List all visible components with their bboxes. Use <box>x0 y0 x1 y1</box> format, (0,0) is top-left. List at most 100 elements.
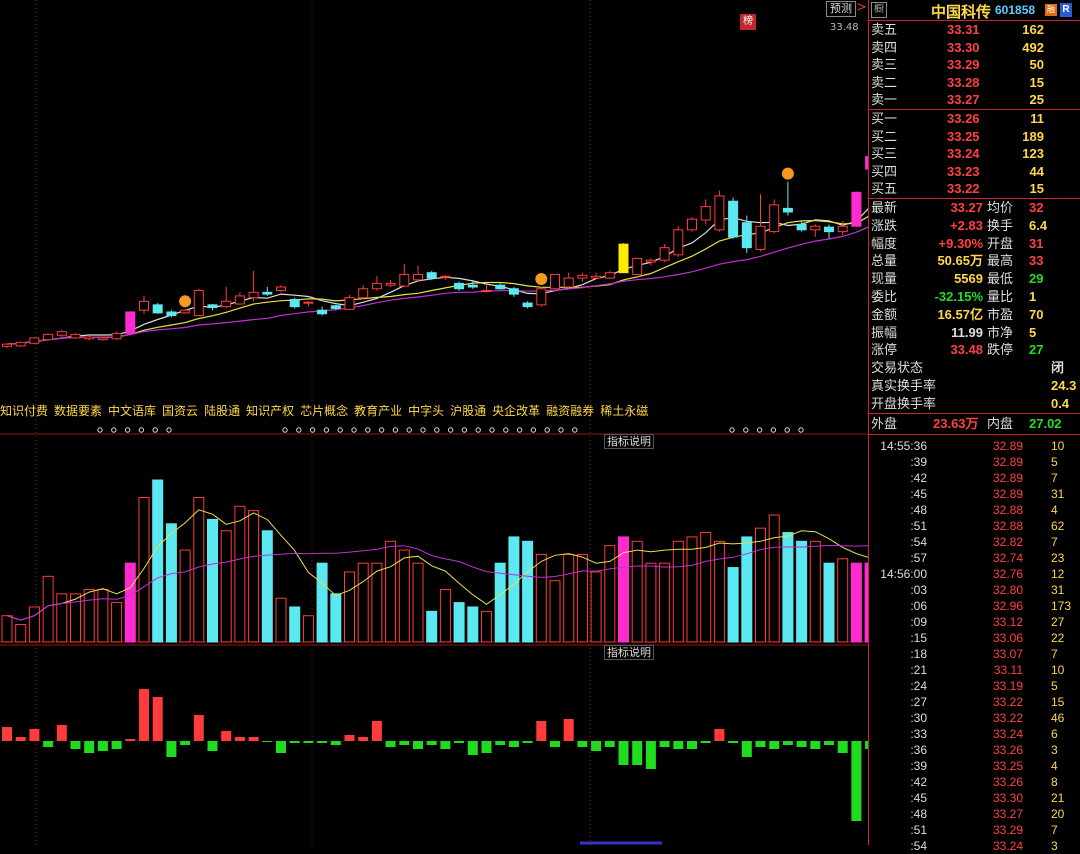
tick-volume: 7 <box>1051 822 1058 837</box>
concept-tag[interactable]: 知识产权 <box>246 402 294 419</box>
tick-row[interactable]: :39 32.89 5 <box>869 454 1080 470</box>
tick-volume: 10 <box>1051 662 1065 677</box>
macd-bar <box>837 741 848 753</box>
tick-row[interactable]: :54 33.24 3 <box>869 838 1080 854</box>
tick-row[interactable]: :33 33.24 6 <box>869 726 1080 742</box>
tick-row[interactable]: :48 32.88 4 <box>869 502 1080 518</box>
kline-chart-area[interactable]: 榜 33.48 预测 > 知识付费 数据要素 中文语库 国资云 陆股通 知识产权 芯片概念教… <box>0 0 868 845</box>
tick-row[interactable]: :57 32.74 23 <box>869 550 1080 566</box>
tick-volume: 31 <box>1051 582 1065 597</box>
concept-tag[interactable]: 稀土永磁 <box>600 402 648 419</box>
candle-body <box>15 341 26 347</box>
concept-tag[interactable]: 芯片概念 <box>300 402 348 419</box>
stock-name: 中国科传 <box>931 4 992 21</box>
tick-volume: 4 <box>1051 758 1058 773</box>
tick-row[interactable]: :54 32.82 7 <box>869 534 1080 550</box>
tick-row[interactable]: :09 33.12 27 <box>869 614 1080 630</box>
tick-price: 33.19 <box>992 678 1023 693</box>
tick-price: 33.26 <box>992 774 1023 789</box>
cabinet-icon[interactable]: 橱 <box>871 2 887 18</box>
tick-row[interactable]: :45 33.30 21 <box>869 790 1080 806</box>
volume-bar <box>28 606 40 643</box>
concept-tag[interactable]: 教育产业 <box>354 402 402 419</box>
tick-volume: 46 <box>1051 710 1065 725</box>
concept-tag[interactable]: 央企改革 <box>492 402 540 419</box>
status-label: 开盘换手率 <box>871 395 937 411</box>
macd-bar <box>604 741 615 747</box>
indicator-help-button-volume[interactable]: 指标说明 <box>604 434 654 449</box>
tick-row[interactable]: :51 32.88 62 <box>869 518 1080 534</box>
quote-value: 70 <box>1029 306 1044 322</box>
volume-bar <box>563 553 575 643</box>
concept-tag[interactable]: 国资云 <box>162 402 198 419</box>
volume-bar <box>1 615 13 643</box>
tick-list[interactable]: 14:55:36 32.89 10:39 32.89 5:42 32.89 7:45 32.8… <box>869 435 1080 854</box>
candle-body <box>56 331 67 336</box>
volume-bar <box>289 606 301 643</box>
candle-body <box>276 286 286 292</box>
chevron-right-icon[interactable]: > <box>856 0 867 15</box>
candle-body <box>550 273 560 290</box>
tick-row[interactable]: :48 33.27 20 <box>869 806 1080 822</box>
candle-body <box>84 336 95 340</box>
macd-bar <box>413 741 423 749</box>
quote-value: 33.27 <box>950 199 983 215</box>
tick-volume: 8 <box>1051 774 1058 789</box>
concept-tag[interactable]: 中文语库 <box>108 402 156 419</box>
tick-row[interactable]: :03 32.80 31 <box>869 582 1080 598</box>
concept-tag[interactable]: 陆股通 <box>204 402 240 419</box>
macd-bar <box>796 741 807 747</box>
tick-row[interactable]: :27 33.22 15 <box>869 694 1080 710</box>
volume-bar <box>111 602 123 643</box>
tick-row[interactable]: :39 33.25 4 <box>869 758 1080 774</box>
tick-price: 33.24 <box>992 726 1023 741</box>
tick-row[interactable]: :45 32.89 31 <box>869 486 1080 502</box>
quote-row: 振幅 11.99 市净 5 <box>869 324 1080 342</box>
concept-tag[interactable]: 融资融券 <box>546 402 594 419</box>
tick-price: 32.89 <box>992 486 1023 501</box>
concept-tag[interactable]: 知识付费 <box>0 402 48 419</box>
tick-time: :51 <box>910 518 927 533</box>
tick-row[interactable]: :06 32.96 173 <box>869 598 1080 614</box>
tick-volume: 3 <box>1051 838 1058 853</box>
macd-bar <box>495 741 506 745</box>
predict-button[interactable]: 预测 <box>826 1 856 17</box>
concept-tag[interactable]: 沪股通 <box>450 402 486 419</box>
quote-value: 1 <box>1029 288 1037 304</box>
macd-bar <box>193 715 204 741</box>
tick-row[interactable]: :21 33.11 10 <box>869 662 1080 678</box>
candle-body <box>645 259 656 263</box>
tick-time: :39 <box>910 454 927 469</box>
candle-body <box>796 223 807 231</box>
quote-value: -32.15% <box>934 288 983 304</box>
macd-bar <box>659 741 670 747</box>
concept-tag[interactable]: 中字头 <box>408 402 444 419</box>
candle-body <box>248 291 259 299</box>
tick-price: 32.76 <box>992 566 1023 581</box>
macd-bar <box>563 719 574 741</box>
volume-bar <box>453 602 465 643</box>
tick-row[interactable]: 14:56:00 32.76 12 <box>869 566 1080 582</box>
volume-bar <box>535 553 547 643</box>
tick-volume: 7 <box>1051 470 1058 485</box>
tick-row[interactable]: :51 33.29 7 <box>869 822 1080 838</box>
level-label: 卖一 <box>871 92 898 108</box>
tick-row[interactable]: :15 33.06 22 <box>869 630 1080 646</box>
tick-row[interactable]: :30 33.22 46 <box>869 710 1080 726</box>
macd-bar <box>714 729 725 741</box>
tick-row[interactable]: 14:55:36 32.89 10 <box>869 438 1080 454</box>
indicator-help-button-macd[interactable]: 指标说明 <box>604 645 654 660</box>
tick-row[interactable]: :36 33.26 3 <box>869 742 1080 758</box>
status-value: 闭 <box>1051 360 1065 376</box>
tick-row[interactable]: :24 33.19 5 <box>869 678 1080 694</box>
kline-chart-svg[interactable] <box>0 0 868 845</box>
tick-row[interactable]: :18 33.07 7 <box>869 646 1080 662</box>
sell-level-row: 卖五 33.31 162 <box>869 21 1080 39</box>
volume-bar <box>631 540 643 643</box>
concept-tag[interactable]: 数据要素 <box>54 402 102 419</box>
volume-bar <box>576 553 588 643</box>
level-label: 买四 <box>871 163 898 179</box>
ranking-badge[interactable]: 榜 <box>740 14 756 30</box>
tick-row[interactable]: :42 32.89 7 <box>869 470 1080 486</box>
tick-row[interactable]: :42 33.26 8 <box>869 774 1080 790</box>
